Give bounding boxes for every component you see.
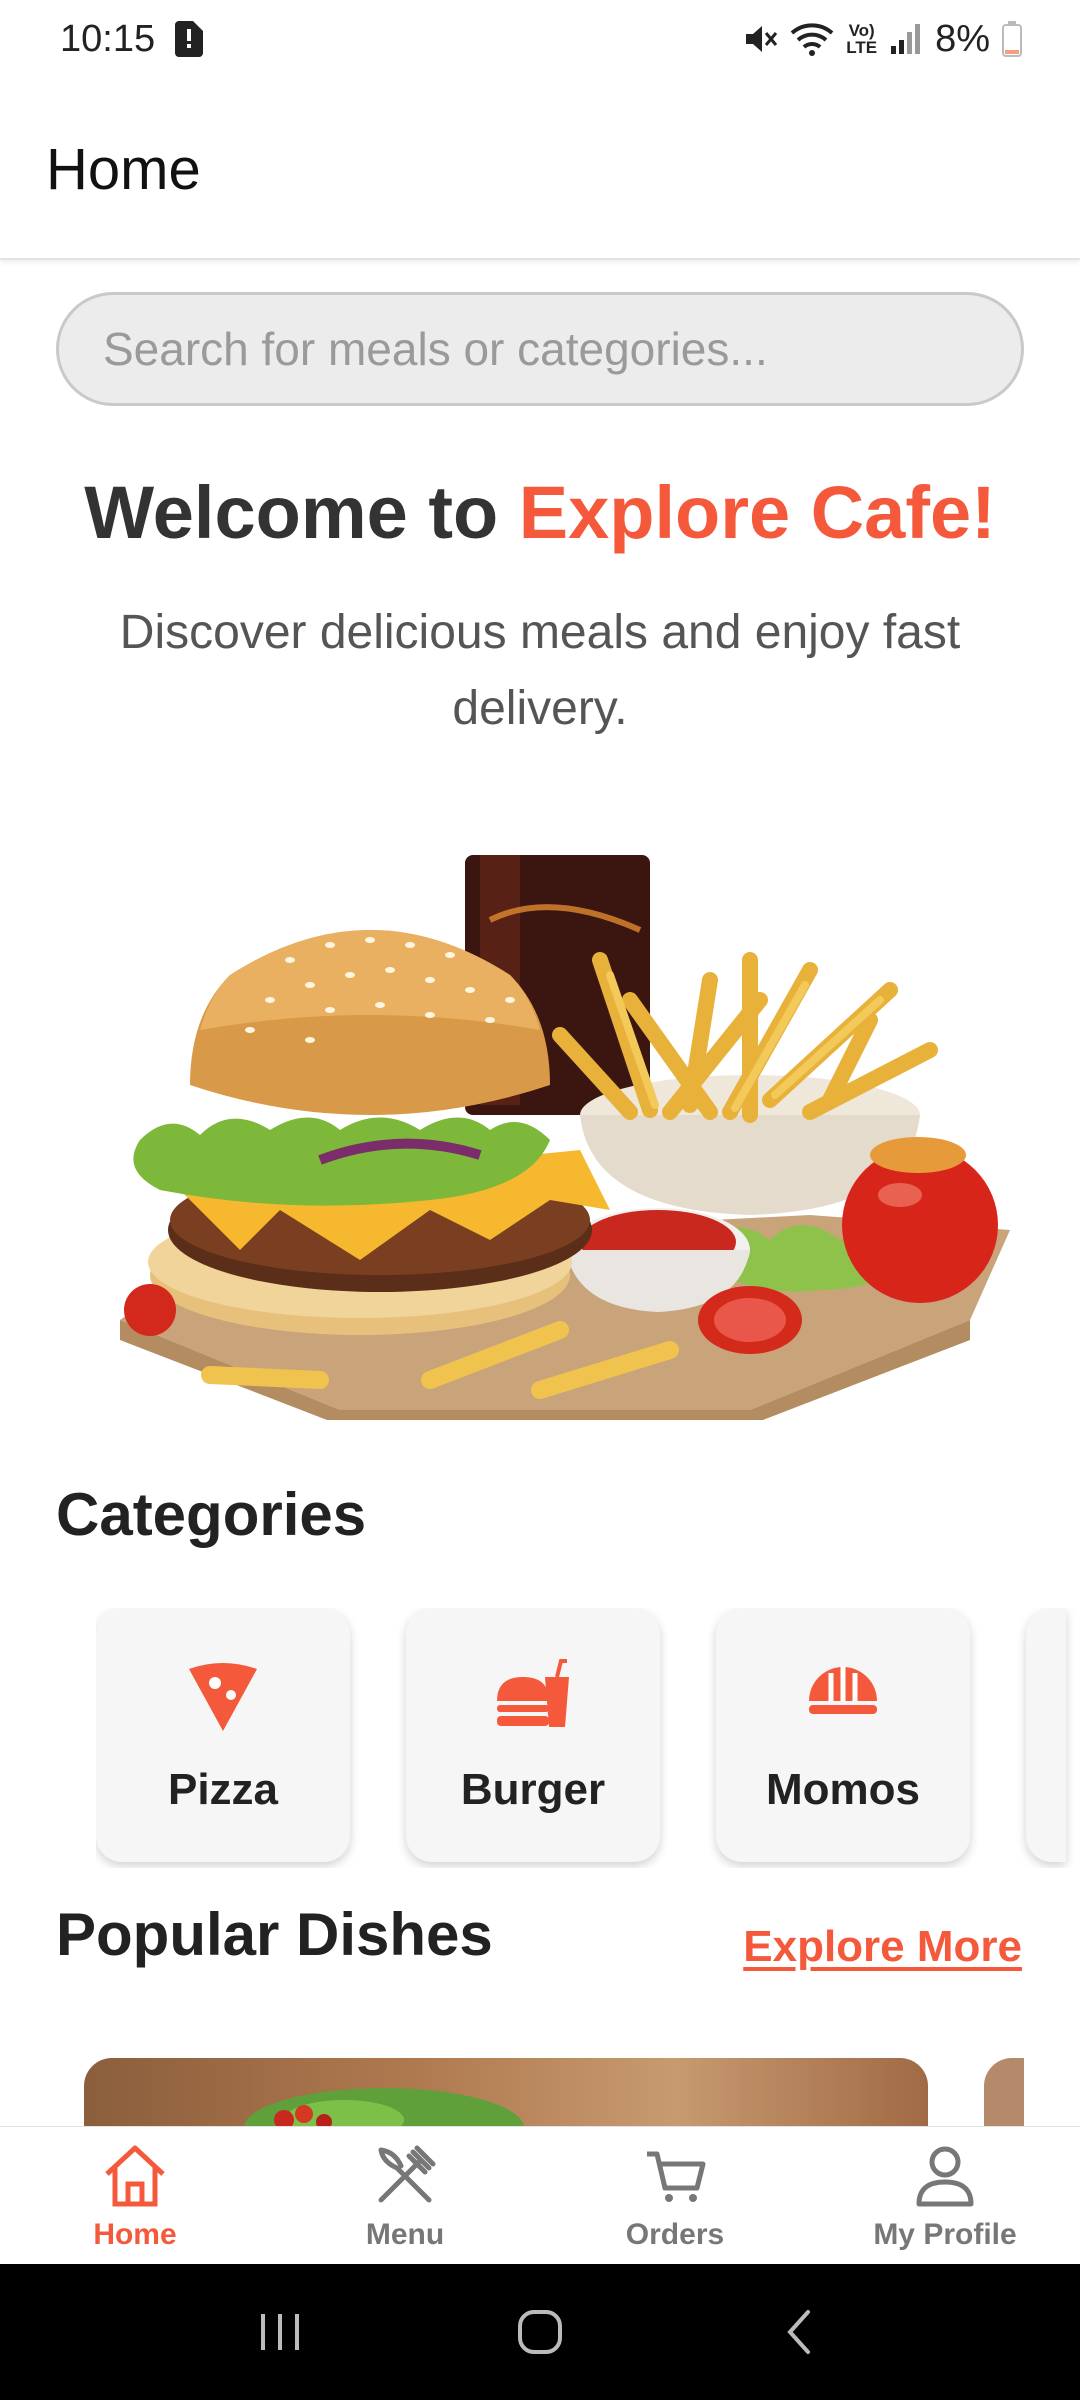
welcome-tagline: Discover delicious meals and enjoy fast … <box>119 606 961 735</box>
status-time: 10:15 <box>60 17 156 60</box>
category-label: Momos <box>766 1765 920 1814</box>
profile-icon <box>916 2146 974 2206</box>
welcome-prefix: Welcome to <box>84 471 519 554</box>
category-label: Pizza <box>167 1765 279 1814</box>
bottom-navigation: Home Menu Orders My Profile <box>0 2126 1080 2264</box>
home-circle-icon <box>518 2310 562 2354</box>
system-navigation-bar <box>0 2264 1080 2400</box>
hero-food-image <box>120 855 1010 1420</box>
recent-apps-button[interactable] <box>240 2292 320 2372</box>
category-label: Burger <box>460 1765 606 1814</box>
explore-more-link[interactable]: Explore More <box>743 1922 1022 1972</box>
nav-label: Home <box>93 2217 177 2251</box>
dish-image <box>244 2088 524 2128</box>
battery-icon <box>1002 21 1022 57</box>
category-card-momos[interactable]: Momos <box>716 1608 970 1862</box>
category-card-pizza[interactable]: Pizza <box>96 1608 350 1862</box>
home-button[interactable] <box>500 2292 580 2372</box>
signal-icon <box>891 24 921 54</box>
status-bar: 10:15 Vo) LTE 8% <box>0 0 1080 78</box>
popular-dish-card[interactable] <box>84 2058 928 2128</box>
nav-orders[interactable]: Orders <box>540 2127 810 2264</box>
nav-label: Orders <box>625 2217 725 2251</box>
categories-title: Categories <box>56 1481 367 1548</box>
back-icon <box>787 2310 810 2354</box>
back-button[interactable] <box>760 2292 840 2372</box>
nav-label: My Profile <box>873 2217 1017 2251</box>
category-card-peek[interactable] <box>1026 1608 1066 1862</box>
page-title: Home <box>46 137 201 202</box>
nav-my-profile[interactable]: My Profile <box>810 2127 1080 2264</box>
sim-card-icon <box>175 21 204 57</box>
nav-menu[interactable]: Menu <box>270 2127 540 2264</box>
momo-icon <box>809 1667 877 1714</box>
popular-dishes-title: Popular Dishes <box>56 1901 493 1968</box>
app-bar: Home <box>0 78 1080 260</box>
popular-dish-card-peek[interactable] <box>984 2058 1024 2128</box>
cart-icon <box>647 2151 706 2202</box>
battery-percent: 8% <box>935 17 990 60</box>
nav-home[interactable]: Home <box>0 2127 270 2264</box>
mute-icon <box>746 26 778 52</box>
pizza-slice-icon <box>189 1663 257 1731</box>
category-card-burger[interactable]: Burger <box>406 1608 660 1862</box>
categories-list: Pizza Burger Momos <box>96 1608 1080 1868</box>
nav-label: Menu <box>365 2217 445 2251</box>
brand-name: Explore Cafe! <box>518 471 996 554</box>
welcome-heading: Welcome to Explore Cafe! <box>0 470 1080 555</box>
search-input[interactable] <box>56 292 1024 406</box>
home-icon <box>105 2145 165 2206</box>
recent-apps-icon <box>261 2314 299 2350</box>
volte-label: Vo) LTE <box>846 21 878 57</box>
wifi-icon <box>790 23 834 56</box>
utensils-icon <box>378 2145 436 2202</box>
burger-drink-icon <box>497 1659 569 1727</box>
